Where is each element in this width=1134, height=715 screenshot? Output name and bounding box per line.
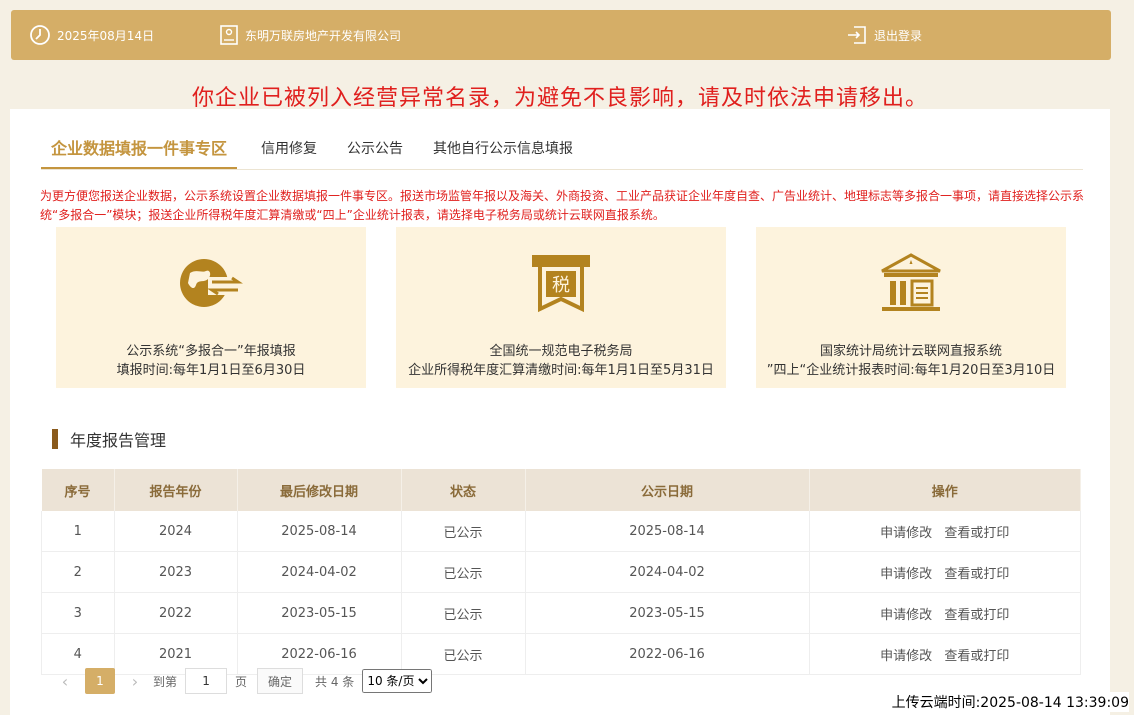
tab-other-disclosure[interactable]: 其他自行公示信息填报 <box>433 129 573 169</box>
request-modify-link[interactable]: 申请修改 <box>880 608 932 623</box>
clock-icon <box>30 25 50 45</box>
tab-data-filing[interactable]: 企业数据填报一件事专区 <box>41 129 238 169</box>
current-page[interactable]: 1 <box>85 668 115 694</box>
main-panel: 企业数据填报一件事专区 信用修复 公示公告 其他自行公示信息填报 为更方便您报送… <box>10 109 1110 715</box>
section-title: 年度报告管理 <box>52 429 167 450</box>
logout-label: 退出登录 <box>874 28 923 43</box>
page-size-select[interactable]: 10 条/页 <box>362 669 433 693</box>
prev-page-icon[interactable]: ‹ <box>51 668 79 694</box>
card-time: 企业所得税年度汇算清缴时间:每年1月1日至5月31日 <box>408 363 714 378</box>
card-annual-report[interactable]: 公示系统“多报合一”年报填报 填报时间:每年1月1日至6月30日 <box>56 227 366 388</box>
card-time: ”四上“企业统计报表时间:每年1月20日至3月10日 <box>766 363 1056 378</box>
top-bar: 2025年08月14日 东明万联房地产开发有限公司 退出登录 <box>11 10 1111 60</box>
cell-published: 2025-08-14 <box>525 511 810 552</box>
cell-actions: 申请修改 查看或打印 <box>809 511 1081 552</box>
cell-status: 已公示 <box>401 511 526 552</box>
cell-modified: 2024-04-02 <box>237 551 402 593</box>
tax-icon: 税 <box>532 255 590 313</box>
total-count: 共 4 条 <box>315 674 355 689</box>
tab-announcements[interactable]: 公示公告 <box>347 129 403 169</box>
cell-no: 2 <box>41 551 115 593</box>
goto-page-input[interactable] <box>185 668 228 694</box>
goto-label: 到第 <box>153 674 178 689</box>
company-badge-icon <box>220 25 238 45</box>
table-row: 1 2024 2025-08-14 已公示 2025-08-14 申请修改 查看… <box>41 511 1081 552</box>
company-display: 东明万联房地产开发有限公司 <box>219 10 401 60</box>
cell-modified: 2023-05-15 <box>237 592 402 634</box>
government-building-icon <box>881 253 941 311</box>
upload-timestamp: 上传云端时间:2025-08-14 13:39:09 <box>891 692 1129 712</box>
col-year: 报告年份 <box>114 469 238 511</box>
request-modify-link[interactable]: 申请修改 <box>880 567 932 582</box>
col-published: 公示日期 <box>525 469 810 511</box>
date-text: 2025年08月14日 <box>57 28 155 43</box>
col-modified: 最后修改日期 <box>237 469 402 511</box>
cell-modified: 2025-08-14 <box>237 511 402 552</box>
annual-report-table: 序号 报告年份 最后修改日期 状态 公示日期 操作 1 2024 2025-08… <box>41 469 1081 675</box>
view-print-link[interactable]: 查看或打印 <box>944 567 1009 582</box>
cell-no: 1 <box>41 511 115 552</box>
date-display: 2025年08月14日 <box>29 10 154 60</box>
logout-icon <box>848 26 866 44</box>
cell-actions: 申请修改 查看或打印 <box>809 592 1081 634</box>
request-modify-link[interactable]: 申请修改 <box>880 526 932 541</box>
card-title: 国家统计局统计云联网直报系统 <box>819 344 1002 359</box>
notice-text: 为更方便您报送企业数据，公示系统设置企业数据填报一件事专区。报送市场监管年报以及… <box>40 189 1085 222</box>
card-title: 全国统一规范电子税务局 <box>489 344 633 359</box>
cell-year: 2022 <box>114 592 238 634</box>
tab-bar: 企业数据填报一件事专区 信用修复 公示公告 其他自行公示信息填报 <box>41 129 1083 170</box>
table-header-row: 序号 报告年份 最后修改日期 状态 公示日期 操作 <box>41 469 1081 511</box>
table-row: 2 2023 2024-04-02 已公示 2024-04-02 申请修改 查看… <box>41 551 1081 593</box>
confirm-button[interactable]: 确定 <box>257 668 304 694</box>
card-time: 填报时间:每年1月1日至6月30日 <box>116 363 306 378</box>
svg-text:税: 税 <box>552 275 570 296</box>
view-print-link[interactable]: 查看或打印 <box>944 526 1009 541</box>
col-status: 状态 <box>401 469 526 511</box>
globe-exchange-icon <box>180 259 243 307</box>
cell-actions: 申请修改 查看或打印 <box>809 551 1081 593</box>
cell-published: 2024-04-02 <box>525 551 810 593</box>
company-name: 东明万联房地产开发有限公司 <box>245 28 402 43</box>
card-e-tax[interactable]: 税 全国统一规范电子税务局 企业所得税年度汇算清缴时间:每年1月1日至5月31日 <box>396 227 726 388</box>
col-actions: 操作 <box>809 469 1081 511</box>
next-page-icon[interactable]: › <box>121 668 149 694</box>
card-statistics[interactable]: 国家统计局统计云联网直报系统 ”四上“企业统计报表时间:每年1月20日至3月10… <box>756 227 1066 388</box>
cell-year: 2024 <box>114 511 238 552</box>
view-print-link[interactable]: 查看或打印 <box>944 608 1009 623</box>
card-title: 公示系统“多报合一”年报填报 <box>126 344 296 359</box>
tab-credit-repair[interactable]: 信用修复 <box>261 129 317 169</box>
table-row: 3 2022 2023-05-15 已公示 2023-05-15 申请修改 查看… <box>41 592 1081 634</box>
col-no: 序号 <box>41 469 115 511</box>
view-print-link[interactable]: 查看或打印 <box>944 649 1009 664</box>
request-modify-link[interactable]: 申请修改 <box>880 649 932 664</box>
logout-button[interactable]: 退出登录 <box>846 10 922 60</box>
cell-year: 2023 <box>114 551 238 593</box>
section-title-text: 年度报告管理 <box>70 431 167 450</box>
cell-published: 2023-05-15 <box>525 592 810 634</box>
cell-no: 3 <box>41 592 115 634</box>
section-marker <box>52 429 58 449</box>
abnormal-warning: 你企业已被列入经营异常名录，为避免不良影响，请及时依法申请移出。 <box>191 86 928 111</box>
page-label: 页 <box>235 674 248 689</box>
cell-status: 已公示 <box>401 592 526 634</box>
cell-status: 已公示 <box>401 551 526 593</box>
